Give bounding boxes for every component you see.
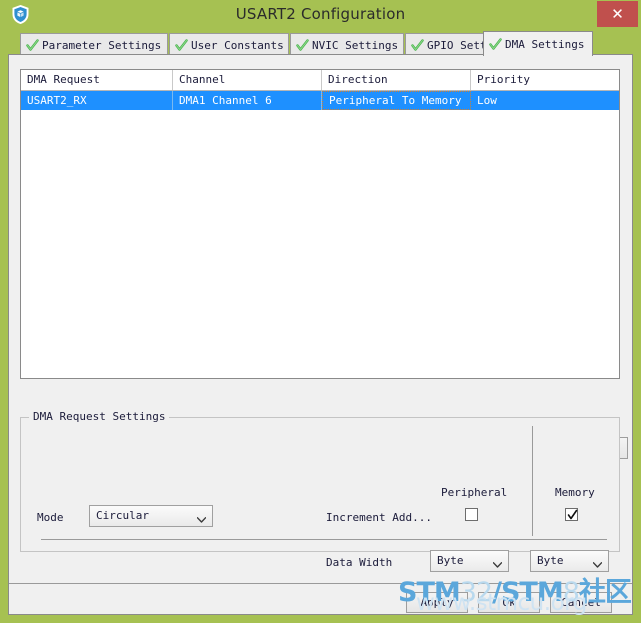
column-header-priority[interactable]: Priority (471, 70, 619, 90)
green-check-icon (26, 38, 39, 52)
mode-select-value: Circular (96, 509, 149, 522)
column-header-dma-request[interactable]: DMA Request (21, 70, 173, 90)
tab-label: User Constants (191, 38, 284, 52)
column-header-direction[interactable]: Direction (322, 70, 471, 90)
section-divider (41, 539, 607, 540)
chevron-down-icon (492, 558, 503, 568)
mode-select[interactable]: Circular (89, 505, 213, 527)
tab-label: Parameter Settings (42, 38, 162, 52)
column-header-channel[interactable]: Channel (173, 70, 322, 90)
column-divider (532, 426, 533, 536)
green-check-icon (489, 37, 502, 51)
green-check-icon (175, 38, 188, 52)
tab-label: NVIC Settings (312, 38, 399, 52)
title-bar: USART2 Configuration ✕ (0, 0, 641, 29)
cancel-button[interactable]: Cancel (550, 592, 612, 613)
table-header-row: DMA Request Channel Direction Priority (21, 70, 619, 91)
green-check-icon (296, 38, 309, 52)
increment-memory-checkbox[interactable] (565, 508, 578, 521)
cell-priority[interactable]: Low (471, 91, 619, 110)
dma-settings-panel: DMA Request Channel Direction Priority U… (8, 54, 633, 615)
chevron-down-icon (592, 558, 603, 568)
tab-parameter-settings[interactable]: Parameter Settings (20, 33, 168, 56)
chevron-down-icon (196, 513, 207, 523)
data-width-memory-value: Byte (537, 554, 564, 567)
tab-nvic-settings[interactable]: NVIC Settings (290, 33, 404, 56)
tab-label: DMA Settings (505, 37, 585, 51)
table-row[interactable]: USART2_RX DMA1 Channel 6 Peripheral To M… (21, 91, 619, 110)
dma-request-table[interactable]: DMA Request Channel Direction Priority U… (20, 69, 620, 379)
tab-strip: Parameter Settings User Constants NVIC S… (0, 29, 641, 56)
increment-peripheral-checkbox[interactable] (465, 508, 478, 521)
usart2-configuration-window: USART2 Configuration ✕ Parameter Setting… (0, 0, 641, 623)
apply-button[interactable]: Apply (406, 592, 468, 613)
peripheral-column-header: Peripheral (441, 486, 508, 499)
ok-button[interactable]: Ok (478, 592, 540, 613)
cell-direction[interactable]: Peripheral To Memory (322, 91, 471, 110)
data-width-peripheral-select[interactable]: Byte (430, 550, 509, 572)
group-title: DMA Request Settings (29, 410, 170, 424)
data-width-memory-select[interactable]: Byte (530, 550, 609, 572)
cell-channel[interactable]: DMA1 Channel 6 (173, 91, 322, 110)
dma-request-settings-group: DMA Request Settings Peripheral Memory M… (20, 410, 620, 572)
green-check-icon (411, 38, 424, 52)
tab-user-constants[interactable]: User Constants (169, 33, 289, 56)
window-title: USART2 Configuration (235, 5, 406, 23)
close-button[interactable]: ✕ (597, 1, 638, 27)
tab-dma-settings[interactable]: DMA Settings (483, 31, 593, 56)
mode-label: Mode (37, 511, 64, 524)
increment-address-label: Increment Add... (326, 511, 432, 524)
data-width-peripheral-value: Byte (437, 554, 464, 567)
footer-divider (9, 583, 632, 584)
data-width-label: Data Width (326, 556, 393, 569)
memory-column-header: Memory (555, 486, 595, 499)
cell-dma-request[interactable]: USART2_RX (21, 91, 173, 110)
